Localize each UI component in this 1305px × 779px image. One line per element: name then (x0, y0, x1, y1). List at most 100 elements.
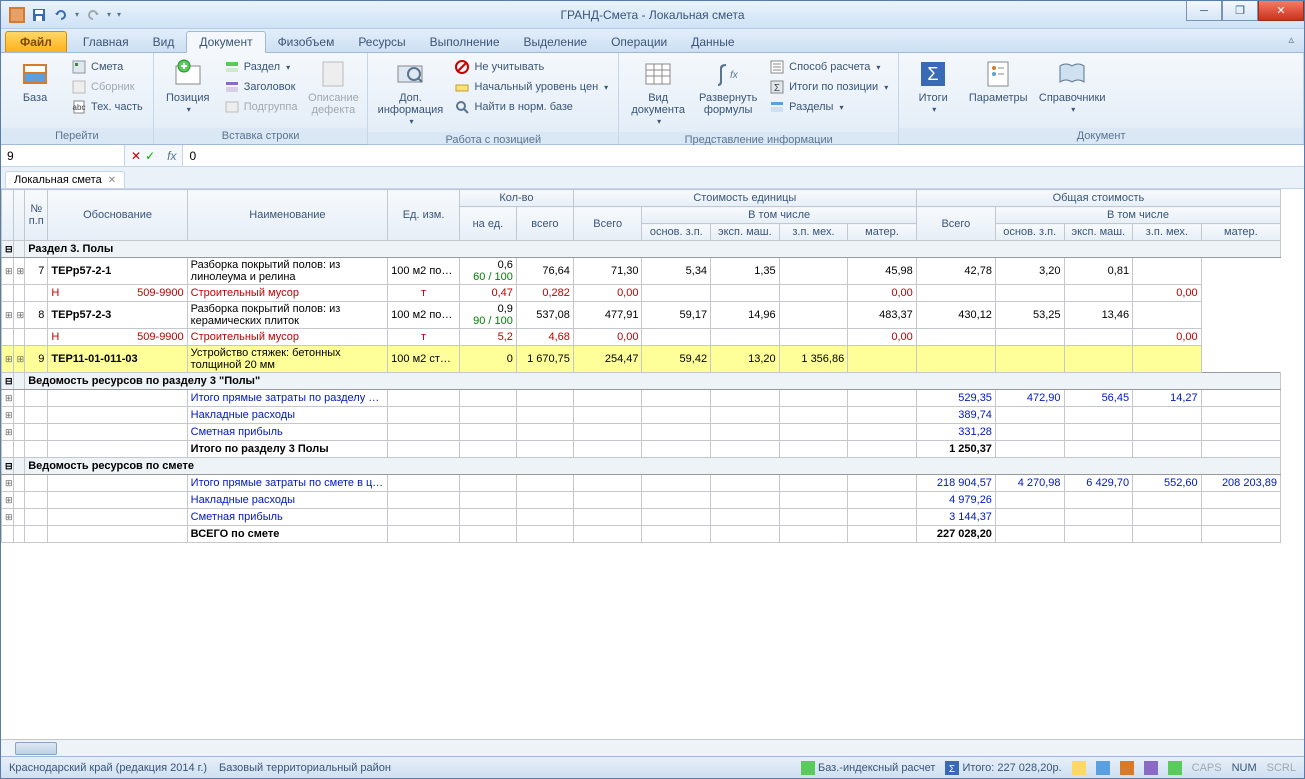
ribbon: База Смета Сборник abcТех. часть Перейти… (1, 53, 1304, 145)
qat-customize-caret[interactable]: ▾ (117, 10, 121, 19)
defect-button: Описание дефекта (305, 56, 361, 118)
table-row[interactable]: ⊞Итого прямые затраты по разделу в ценах… (2, 390, 1281, 407)
svg-text:fx: fx (730, 70, 739, 81)
smeta-button[interactable]: Смета (67, 58, 147, 76)
statusbar: Краснодарский край (редакция 2014 г.) Ба… (1, 756, 1304, 778)
cancel-formula-icon[interactable]: ✕ (131, 149, 141, 163)
sb-icon-2[interactable] (1096, 761, 1110, 775)
ribbon-group-position: Доп. информация▾ Не учитывать Начальный … (368, 53, 619, 144)
tab-fizobem[interactable]: Физобъем (266, 32, 347, 52)
nach-uroven-button[interactable]: Начальный уровень цен▾ (450, 78, 612, 96)
svg-text:Σ: Σ (928, 64, 939, 84)
table-row[interactable]: ⊞Накладные расходы389,74 (2, 407, 1281, 424)
itogi-pos-button[interactable]: ΣИтоги по позиции▾ (765, 78, 892, 96)
status-itogo[interactable]: ΣИтого: 227 028,20р. (945, 761, 1061, 775)
grid-body: ⊟Раздел 3. Полы⊞⊞7ТЕРр57-2-1Разборка пок… (2, 241, 1281, 543)
ribbon-collapse-icon[interactable]: ▵ (1288, 33, 1294, 46)
ribbon-group-insert: Позиция▾ Раздел▾ Заголовок Подгруппа Опи… (154, 53, 369, 144)
save-icon[interactable] (31, 7, 47, 23)
ribbon-group-document: Σ Итоги▾ Параметры Справочники▾ Документ (899, 53, 1304, 144)
vid-doc-button[interactable]: Вид документа▾ (625, 56, 691, 129)
doc-tab-local[interactable]: Локальная смета ✕ (5, 171, 125, 188)
table-row[interactable]: ⊞Сметная прибыль3 144,37 (2, 509, 1281, 526)
undo-menu-caret[interactable]: ▾ (75, 10, 79, 19)
zagolovok-button[interactable]: Заголовок (220, 78, 302, 96)
tab-data[interactable]: Данные (679, 32, 746, 52)
ribbon-group-view: Вид документа▾ fx Развернуть формулы Спо… (619, 53, 899, 144)
table-row[interactable]: ⊞⊞9ТЕР11-01-011-03Устройство стяжек: бет… (2, 346, 1281, 373)
tab-document[interactable]: Документ (186, 31, 265, 53)
razdel-button[interactable]: Раздел▾ (220, 58, 302, 76)
formulas-button[interactable]: fx Развернуть формулы (695, 56, 761, 118)
formula-bar: 9 ✕ ✓ fx 0 (1, 145, 1304, 167)
sbornik-button: Сборник (67, 78, 147, 96)
fx-label[interactable]: fx (161, 149, 182, 163)
ribbon-tabstrip: Файл Главная Вид Документ Физобъем Ресур… (1, 29, 1304, 53)
undo-icon[interactable] (53, 7, 69, 23)
quick-access-toolbar: ▾ ▾ ▾ (1, 7, 121, 23)
sb-icon-5[interactable] (1168, 761, 1182, 775)
svg-text:Σ: Σ (774, 83, 780, 94)
redo-menu-caret[interactable]: ▾ (107, 10, 111, 19)
grid-header: № п.п Обоснование Наименование Ед. изм. … (2, 190, 1281, 241)
tab-view[interactable]: Вид (141, 32, 187, 52)
grid-area[interactable]: № п.п Обоснование Наименование Ед. изм. … (1, 189, 1304, 739)
close-tab-icon[interactable]: ✕ (108, 175, 116, 186)
formula-value[interactable]: 0 (182, 145, 1304, 166)
window-title: ГРАНД-Смета - Локальная смета (560, 8, 744, 22)
tab-main[interactable]: Главная (71, 32, 141, 52)
table-row[interactable]: ⊞Сметная прибыль331,28 (2, 424, 1281, 441)
table-row[interactable]: ⊞⊞7ТЕРр57-2-1Разборка покрытий полов: из… (2, 258, 1281, 285)
position-button[interactable]: Позиция▾ (160, 56, 216, 117)
table-row[interactable]: ВСЕГО по смете227 028,20 (2, 526, 1281, 543)
base-button[interactable]: База (7, 56, 63, 106)
table-row[interactable]: ⊞Итого прямые затраты по смете в ценах 2… (2, 475, 1281, 492)
close-button[interactable]: ✕ (1258, 1, 1304, 21)
document-tabs: Локальная смета ✕ (1, 167, 1304, 189)
svg-text:Σ: Σ (949, 764, 955, 775)
tab-operations[interactable]: Операции (599, 32, 679, 52)
spravochniki-button[interactable]: Справочники▾ (1035, 56, 1109, 117)
calc-method[interactable]: Баз.-индексный расчет (801, 761, 935, 775)
horizontal-scrollbar[interactable] (1, 739, 1304, 756)
podgruppa-button: Подгруппа (220, 98, 302, 116)
tab-selection[interactable]: Выделение (512, 32, 600, 52)
minimize-button[interactable]: ─ (1186, 1, 1222, 21)
cell-reference-box[interactable]: 9 (1, 145, 125, 166)
maximize-button[interactable]: ❐ (1222, 1, 1258, 21)
table-row[interactable]: Н509-9900Строительный мусорт5,24,680,000… (2, 329, 1281, 346)
status-region: Краснодарский край (редакция 2014 г.) (9, 762, 207, 774)
scrollbar-thumb[interactable] (15, 742, 57, 755)
table-row[interactable]: ⊟Ведомость ресурсов по смете (2, 458, 1281, 475)
redo-icon[interactable] (85, 7, 101, 23)
caps-indicator: CAPS (1192, 762, 1222, 774)
ribbon-group-goto: База Смета Сборник abcТех. часть Перейти (1, 53, 154, 144)
sposob-button[interactable]: Способ расчета▾ (765, 58, 892, 76)
window-controls: ─ ❐ ✕ (1186, 1, 1304, 21)
table-row[interactable]: ⊟Ведомость ресурсов по разделу 3 "Полы" (2, 373, 1281, 390)
razdely-button[interactable]: Разделы▾ (765, 98, 892, 116)
params-button[interactable]: Параметры (965, 56, 1031, 106)
table-row[interactable]: Н509-9900Строительный мусорт0,470,2820,0… (2, 285, 1281, 302)
app-icon (9, 7, 25, 23)
titlebar: ▾ ▾ ▾ ГРАНД-Смета - Локальная смета ─ ❐ … (1, 1, 1304, 29)
table-row[interactable]: ⊞⊞8ТЕРр57-2-3Разборка покрытий полов: из… (2, 302, 1281, 329)
table-row[interactable]: ⊟Раздел 3. Полы (2, 241, 1281, 258)
ne-uchityvat-button[interactable]: Не учитывать (450, 58, 612, 76)
tech-part-button[interactable]: abcТех. часть (67, 98, 147, 116)
tab-vypolnenie[interactable]: Выполнение (418, 32, 512, 52)
table-row[interactable]: Итого по разделу 3 Полы1 250,37 (2, 441, 1281, 458)
tab-resources[interactable]: Ресурсы (346, 32, 417, 52)
file-tab[interactable]: Файл (5, 31, 67, 52)
svg-text:abc: abc (73, 103, 86, 112)
app-window: ▾ ▾ ▾ ГРАНД-Смета - Локальная смета ─ ❐ … (0, 0, 1305, 779)
itogi-button[interactable]: Σ Итоги▾ (905, 56, 961, 117)
status-base: Базовый территориальный район (219, 762, 391, 774)
sb-icon-3[interactable] (1120, 761, 1134, 775)
table-row[interactable]: ⊞Накладные расходы4 979,26 (2, 492, 1281, 509)
sb-icon-4[interactable] (1144, 761, 1158, 775)
sb-icon-1[interactable] (1072, 761, 1086, 775)
naiti-norm-button[interactable]: Найти в норм. базе (450, 98, 612, 116)
dopinfo-button[interactable]: Доп. информация▾ (374, 56, 446, 129)
accept-formula-icon[interactable]: ✓ (145, 149, 155, 163)
